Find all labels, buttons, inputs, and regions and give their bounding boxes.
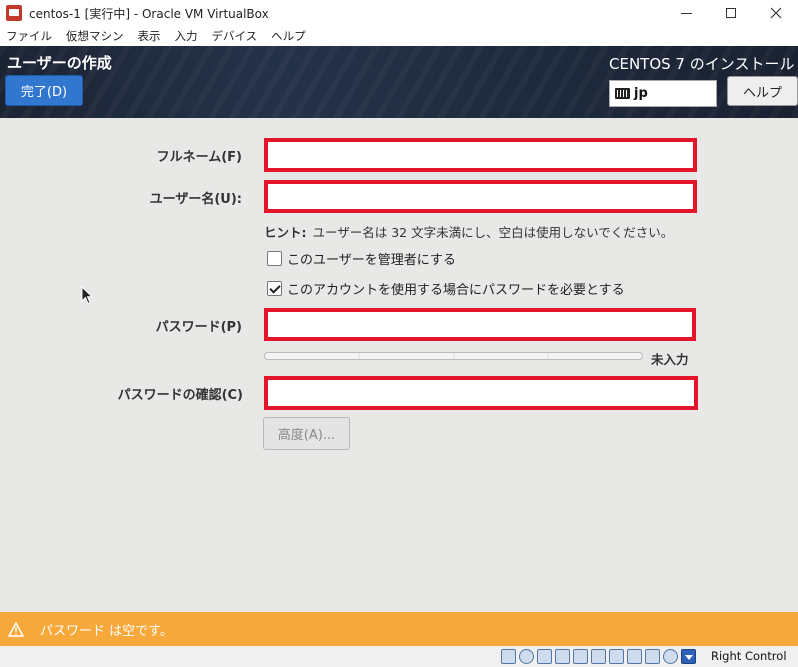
hint-prefix: ヒント: bbox=[264, 225, 307, 240]
advanced-button[interactable]: 高度(A)... bbox=[263, 417, 350, 450]
shared-folders-icon[interactable] bbox=[591, 649, 606, 664]
strength-segment bbox=[455, 353, 550, 359]
create-user-form: フルネーム(F) ユーザー名(U): ヒント: ユーザー名は 32 文字未満にし、… bbox=[0, 118, 798, 612]
menu-file[interactable]: ファイル bbox=[0, 28, 59, 44]
close-icon bbox=[770, 7, 782, 19]
password-strength-bar bbox=[264, 352, 643, 360]
admin-checkbox[interactable] bbox=[267, 251, 282, 266]
cpu-icon[interactable] bbox=[645, 649, 660, 664]
require-password-checkbox[interactable] bbox=[267, 281, 282, 296]
product-title: CENTOS 7 のインストール bbox=[609, 55, 795, 73]
fullname-field-wrapper bbox=[264, 138, 697, 172]
require-password-label: このアカウントを使用する場合にパスワードを必要とする bbox=[287, 283, 625, 298]
require-password-checkbox-row[interactable]: このアカウントを使用する場合にパスワードを必要とする bbox=[267, 279, 625, 298]
display-icon[interactable] bbox=[609, 649, 624, 664]
fullname-input[interactable] bbox=[268, 142, 693, 168]
menu-input[interactable]: 入力 bbox=[168, 28, 205, 44]
page-title: ユーザーの作成 bbox=[7, 54, 112, 72]
network-icon[interactable] bbox=[555, 649, 570, 664]
confirm-password-input[interactable] bbox=[268, 380, 694, 406]
keyboard-layout-indicator[interactable]: jp bbox=[609, 80, 717, 107]
admin-checkbox-row[interactable]: このユーザーを管理者にする bbox=[267, 249, 456, 268]
maximize-button[interactable] bbox=[719, 2, 743, 24]
password-input[interactable] bbox=[268, 312, 692, 337]
help-button[interactable]: ヘルプ bbox=[727, 76, 798, 106]
menu-help[interactable]: ヘルプ bbox=[264, 28, 313, 44]
mouse-integration-icon[interactable] bbox=[663, 649, 678, 664]
hard-disk-icon[interactable] bbox=[501, 649, 516, 664]
audio-icon[interactable] bbox=[537, 649, 552, 664]
recording-icon[interactable] bbox=[627, 649, 642, 664]
window-titlebar: centos-1 [実行中] - Oracle VM VirtualBox bbox=[0, 0, 798, 26]
menu-machine[interactable]: 仮想マシン bbox=[59, 28, 131, 44]
maximize-icon bbox=[726, 8, 736, 18]
keyboard-capture-icon[interactable] bbox=[681, 649, 696, 664]
keyboard-icon bbox=[615, 88, 630, 99]
host-key-label: Right Control bbox=[711, 649, 787, 663]
optical-drive-icon[interactable] bbox=[519, 649, 534, 664]
warning-icon bbox=[8, 621, 24, 637]
username-label: ユーザー名(U): bbox=[149, 192, 242, 207]
warning-message[interactable]: パスワード は空です。 bbox=[40, 620, 173, 639]
username-hint: ヒント: ユーザー名は 32 文字未満にし、空白は使用しないでください。 bbox=[264, 222, 673, 241]
admin-checkbox-label: このユーザーを管理者にする bbox=[287, 253, 456, 268]
confirm-password-label: パスワードの確認(C) bbox=[117, 388, 243, 403]
hint-text: ユーザー名は 32 文字未満にし、空白は使用しないでください。 bbox=[312, 225, 674, 240]
strength-segment bbox=[360, 353, 455, 359]
menu-bar: ファイル 仮想マシン 表示 入力 デバイス ヘルプ bbox=[0, 26, 798, 46]
minimize-icon bbox=[680, 12, 692, 14]
virtualbox-app-icon bbox=[6, 5, 22, 21]
password-field-wrapper bbox=[264, 308, 696, 341]
keyboard-layout-label: jp bbox=[634, 86, 648, 101]
done-button[interactable]: 完了(D) bbox=[5, 75, 83, 106]
username-field-wrapper bbox=[264, 180, 697, 213]
menu-view[interactable]: 表示 bbox=[131, 28, 168, 44]
window-title: centos-1 [実行中] - Oracle VM VirtualBox bbox=[29, 7, 269, 21]
password-strength-label: 未入力 bbox=[651, 352, 689, 367]
close-button[interactable] bbox=[764, 2, 788, 24]
confirm-password-field-wrapper bbox=[264, 376, 698, 410]
status-icons bbox=[501, 649, 696, 664]
strength-segment bbox=[265, 353, 360, 359]
usb-icon[interactable] bbox=[573, 649, 588, 664]
vm-status-bar: Right Control bbox=[0, 646, 798, 667]
strength-segment bbox=[549, 353, 642, 359]
username-input[interactable] bbox=[268, 184, 693, 209]
warning-bar: パスワード は空です。 bbox=[0, 612, 798, 646]
fullname-label: フルネーム(F) bbox=[156, 150, 242, 165]
password-label: パスワード(P) bbox=[155, 320, 242, 335]
menu-devices[interactable]: デバイス bbox=[205, 28, 265, 44]
minimize-button[interactable] bbox=[674, 2, 698, 24]
